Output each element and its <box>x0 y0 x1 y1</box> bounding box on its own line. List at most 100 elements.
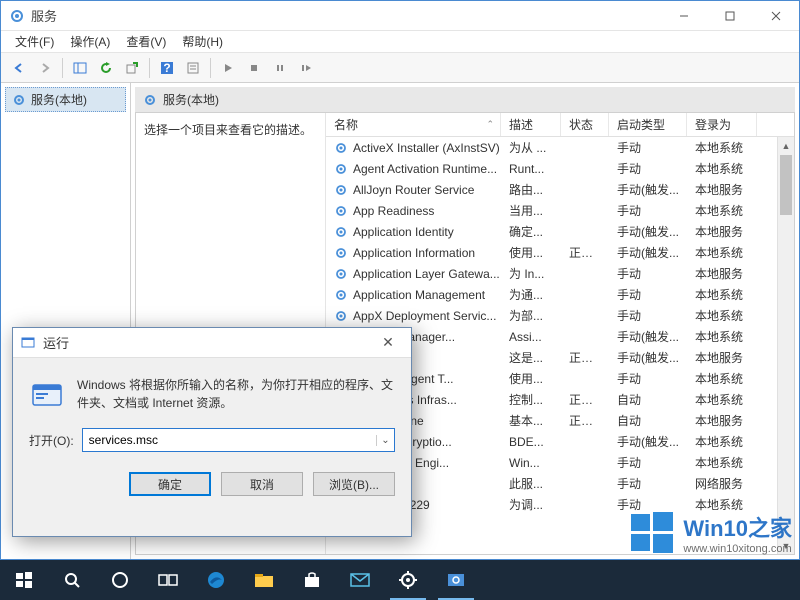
show-hide-button[interactable] <box>68 56 92 80</box>
run-combo[interactable]: ⌄ <box>82 428 395 452</box>
service-desc: 当用... <box>501 202 561 219</box>
column-state[interactable]: 状态 <box>561 113 609 136</box>
run-body: Windows 将根据你所输入的名称，为你打开相应的程序、文件夹、文档或 Int… <box>13 358 411 422</box>
menu-help[interactable]: 帮助(H) <box>174 31 231 52</box>
service-logon: 本地系统 <box>687 202 757 219</box>
service-desc: 为调... <box>501 496 561 513</box>
service-desc: 使用... <box>501 370 561 387</box>
service-start: 手动(触发... <box>609 328 687 345</box>
column-name[interactable]: 名称 <box>326 113 501 136</box>
service-logon: 本地系统 <box>687 139 757 156</box>
ok-button[interactable]: 确定 <box>129 472 211 496</box>
service-desc: Runt... <box>501 162 561 176</box>
services-taskbar-button[interactable] <box>432 560 480 600</box>
service-row[interactable]: Application Layer Gatewa...为 In...手动本地服务 <box>326 263 794 284</box>
service-state: 正在... <box>561 391 609 408</box>
watermark-brand: Win10之家 <box>683 511 792 543</box>
close-button[interactable] <box>753 1 799 31</box>
run-app-icon <box>29 376 65 412</box>
pause-service-button[interactable] <box>268 56 292 80</box>
refresh-button[interactable] <box>94 56 118 80</box>
service-row[interactable]: Application Management为通...手动本地系统 <box>326 284 794 305</box>
gear-icon <box>334 141 348 155</box>
search-button[interactable] <box>48 560 96 600</box>
edge-button[interactable] <box>192 560 240 600</box>
service-desc: 控制... <box>501 391 561 408</box>
service-desc: 为部... <box>501 307 561 324</box>
taskbar <box>0 560 800 600</box>
menu-file[interactable]: 文件(F) <box>7 31 62 52</box>
scrollbar-thumb[interactable] <box>780 155 792 215</box>
run-title-text: 运行 <box>43 333 373 352</box>
column-start[interactable]: 启动类型 <box>609 113 687 136</box>
service-name: App Readiness <box>353 204 434 218</box>
mail-button[interactable] <box>336 560 384 600</box>
service-row[interactable]: AppX Deployment Servic...为部...手动本地系统 <box>326 305 794 326</box>
service-desc: 使用... <box>501 244 561 261</box>
service-name: Agent Activation Runtime... <box>353 162 497 176</box>
column-logon[interactable]: 登录为 <box>687 113 757 136</box>
service-desc: 此服... <box>501 475 561 492</box>
service-logon: 本地服务 <box>687 265 757 282</box>
menu-view[interactable]: 查看(V) <box>118 31 174 52</box>
scrollbar[interactable]: ▲ ▼ <box>777 137 794 554</box>
dropdown-icon[interactable]: ⌄ <box>376 435 394 446</box>
minimize-button[interactable] <box>661 1 707 31</box>
back-button[interactable] <box>7 56 31 80</box>
run-input[interactable] <box>83 433 376 447</box>
scroll-up-icon[interactable]: ▲ <box>778 137 794 154</box>
service-logon: 本地系统 <box>687 286 757 303</box>
service-start: 手动(触发... <box>609 223 687 240</box>
export-button[interactable] <box>120 56 144 80</box>
watermark-url: www.win10xitong.com <box>683 543 791 555</box>
svg-text:?: ? <box>163 61 170 75</box>
detail-header: 服务(本地) <box>135 87 795 113</box>
service-desc: 为从 ... <box>501 139 561 156</box>
run-titlebar[interactable]: 运行 ✕ <box>13 328 411 358</box>
service-logon: 本地系统 <box>687 433 757 450</box>
help-button[interactable]: ? <box>155 56 179 80</box>
service-state: 正在... <box>561 244 609 261</box>
properties-button[interactable] <box>181 56 205 80</box>
run-icon <box>21 335 37 351</box>
service-desc: Assi... <box>501 330 561 344</box>
forward-button[interactable] <box>33 56 57 80</box>
service-start: 手动 <box>609 202 687 219</box>
service-row[interactable]: App Readiness 当用... 手动本地系统 <box>326 200 794 221</box>
service-row[interactable]: Agent Activation Runtime...Runt...手动本地系统 <box>326 158 794 179</box>
service-row[interactable]: ActiveX Installer (AxInstSV)为从 ...手动本地系统 <box>326 137 794 158</box>
service-row[interactable]: AllJoyn Router Service路由...手动(触发...本地服务 <box>326 179 794 200</box>
start-button[interactable] <box>0 560 48 600</box>
menu-action[interactable]: 操作(A) <box>62 31 118 52</box>
restart-service-button[interactable] <box>294 56 318 80</box>
stop-service-button[interactable] <box>242 56 266 80</box>
explorer-button[interactable] <box>240 560 288 600</box>
service-logon: 本地系统 <box>687 370 757 387</box>
settings-taskbar-button[interactable] <box>384 560 432 600</box>
service-logon: 本地服务 <box>687 349 757 366</box>
gear-icon <box>12 93 26 107</box>
titlebar[interactable]: 服务 <box>1 1 799 31</box>
service-row[interactable]: Application Identity确定...手动(触发...本地服务 <box>326 221 794 242</box>
tree-root-item[interactable]: 服务(本地) <box>5 87 126 112</box>
taskview-button[interactable] <box>144 560 192 600</box>
service-logon: 本地系统 <box>687 307 757 324</box>
maximize-button[interactable] <box>707 1 753 31</box>
service-row[interactable]: Application Information使用...正在...手动(触发..… <box>326 242 794 263</box>
service-desc: 基本... <box>501 412 561 429</box>
run-buttons: 确定 取消 浏览(B)... <box>13 458 411 510</box>
store-button[interactable] <box>288 560 336 600</box>
browse-button[interactable]: 浏览(B)... <box>313 472 395 496</box>
cortana-button[interactable] <box>96 560 144 600</box>
service-name: ActiveX Installer (AxInstSV) <box>353 141 500 155</box>
service-start: 手动(触发... <box>609 244 687 261</box>
service-start: 自动 <box>609 412 687 429</box>
cancel-button[interactable]: 取消 <box>221 472 303 496</box>
service-state: 正在... <box>561 349 609 366</box>
window-title: 服务 <box>31 6 661 25</box>
gear-icon <box>334 267 348 281</box>
run-close-button[interactable]: ✕ <box>373 334 403 351</box>
column-desc[interactable]: 描述 <box>501 113 561 136</box>
start-service-button[interactable] <box>216 56 240 80</box>
service-desc: 为通... <box>501 286 561 303</box>
